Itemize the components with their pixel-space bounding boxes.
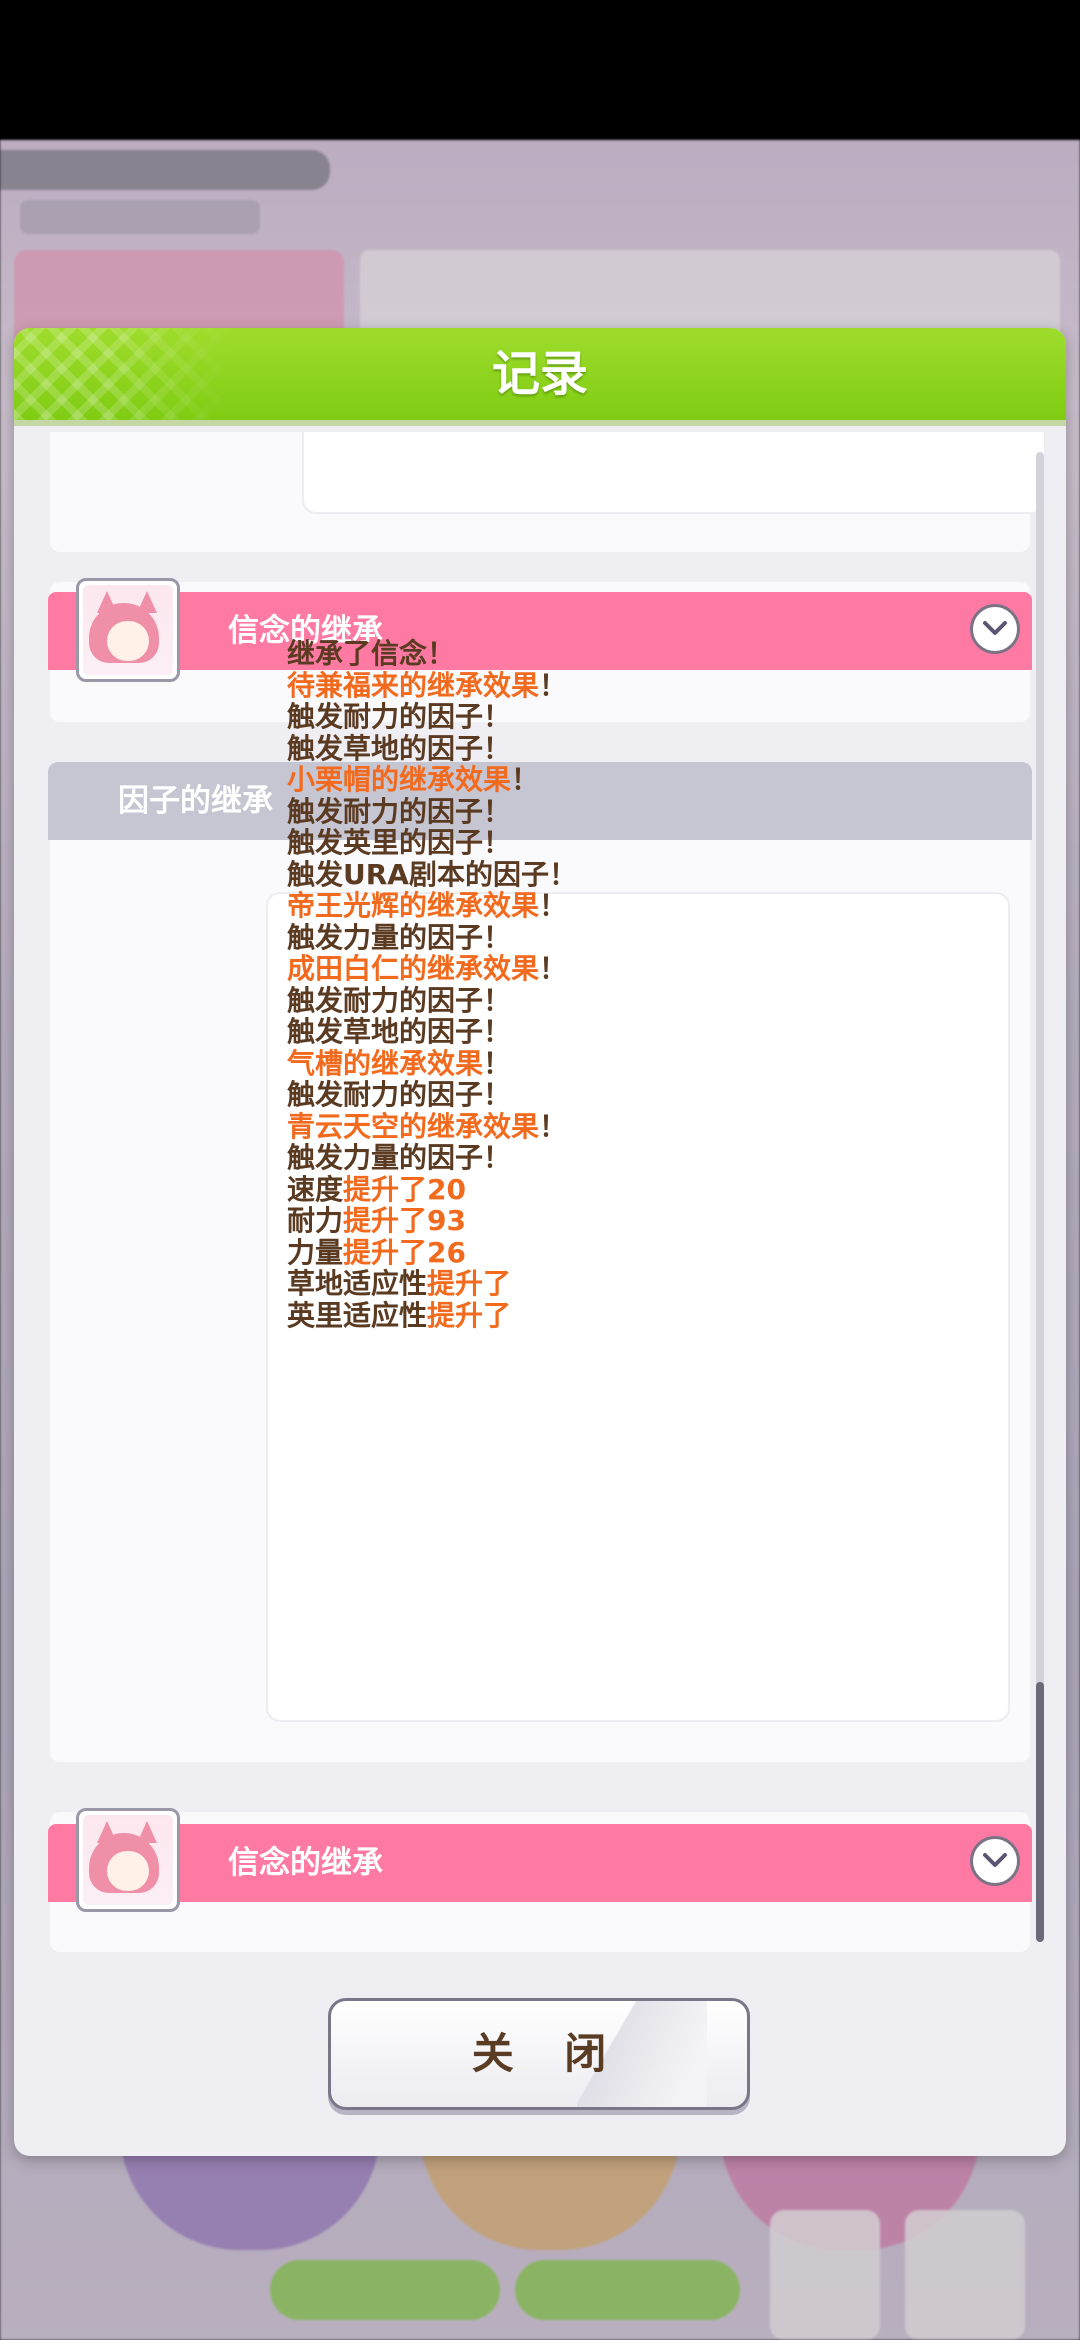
log-line: 触发力量的因子！ — [287, 920, 577, 954]
log-line: 触发草地的因子！ — [287, 731, 577, 765]
log-highlight-text: 成田白仁的继承效果 — [287, 952, 540, 985]
log-text: 触发草地的因子！ — [287, 1015, 512, 1048]
chevron-down-icon[interactable] — [970, 1836, 1020, 1886]
log-text: 触发URA剧本的因子！ — [287, 857, 577, 891]
character-portrait-icon — [76, 578, 180, 682]
log-line: 小栗帽的继承效果！ — [287, 764, 577, 796]
log-highlight-text: 小栗帽的继承效果 — [287, 763, 512, 796]
log-highlight-text: 待兼福来的继承效果 — [287, 668, 540, 702]
log-text: 触发力量的因子！ — [287, 1141, 512, 1174]
log-highlight-text: 提升了93 — [343, 1204, 466, 1237]
log-line: 待兼福来的继承效果！ — [287, 668, 577, 702]
log-highlight-text: 青云天空的继承效果 — [287, 1109, 540, 1143]
log-line: 触发耐力的因子！ — [287, 1079, 577, 1111]
log-line: 英里适应性提升了 — [287, 1298, 577, 1332]
log-line: 耐力提升了93 — [287, 1205, 577, 1237]
status-bar — [0, 0, 1080, 140]
log-line: 成田白仁的继承效果！ — [287, 953, 577, 985]
log-text: 力量 — [287, 1235, 344, 1269]
log-line: 触发URA剧本的因子！ — [287, 857, 577, 891]
log-text: ！ — [539, 889, 568, 922]
log-text: ！ — [539, 668, 568, 702]
character-portrait-icon — [76, 1808, 180, 1912]
log-highlight-text: 气槽的继承效果 — [287, 1046, 484, 1080]
factor-log: 继承了信念！ 待兼福来的继承效果！ 触发耐力的因子！ 触发草地的因子！ 小栗帽的继承效果… — [287, 638, 577, 1331]
log-line: 触发草地的因子！ — [287, 1016, 577, 1048]
log-text: 触发英里的因子！ — [287, 826, 512, 859]
log-highlight-text: 提升了20 — [343, 1172, 466, 1206]
log-line: 触发耐力的因子！ — [287, 983, 577, 1017]
log-line: 触发耐力的因子！ — [287, 701, 577, 733]
close-button-label: 关 闭 — [471, 2029, 625, 2078]
log-line: 触发英里的因子！ — [287, 827, 577, 859]
chevron-down-icon[interactable] — [970, 604, 1020, 654]
log-text: 触发力量的因子！ — [287, 920, 512, 954]
log-line: 帝王光辉的继承效果！ — [287, 890, 577, 922]
log-line: 触发耐力的因子！ — [287, 794, 577, 828]
scrollbar-thumb[interactable] — [1036, 1682, 1044, 1942]
log-text: ！ — [539, 1109, 568, 1143]
log-text: ！ — [511, 763, 540, 796]
log-line: 触发力量的因子！ — [287, 1142, 577, 1174]
log-line: 青云天空的继承效果！ — [287, 1109, 577, 1143]
log-line: 继承了信念！ — [287, 638, 577, 670]
log-text: 速度 — [287, 1172, 344, 1206]
log-text: 继承了信念！ — [287, 637, 456, 670]
log-highlight-text: 提升了 — [427, 1298, 512, 1332]
log-text: 英里适应性 — [287, 1298, 428, 1332]
log-line: 速度提升了20 — [287, 1172, 577, 1206]
log-text: 触发耐力的因子！ — [287, 794, 512, 828]
close-button[interactable]: 关 闭 — [328, 1998, 750, 2110]
log-text: 触发耐力的因子！ — [287, 983, 512, 1017]
log-highlight-text: 提升了 — [427, 1267, 512, 1300]
belief-header[interactable]: 信念的继承 — [48, 1824, 1032, 1902]
log-text: 触发耐力的因子！ — [287, 1078, 512, 1111]
log-line: 气槽的继承效果！ — [287, 1046, 577, 1080]
dialog-header: 记录 — [14, 328, 1066, 426]
previous-section — [50, 432, 1046, 552]
previous-textbox — [302, 432, 1046, 514]
log-text: 触发草地的因子！ — [287, 731, 512, 765]
log-text: ！ — [483, 1046, 512, 1080]
log-highlight-text: 提升了26 — [343, 1235, 466, 1269]
dialog-title: 记录 — [491, 346, 588, 402]
log-text: ！ — [539, 952, 568, 985]
factor-header-label: 因子的继承 — [118, 783, 273, 819]
log-highlight-text: 帝王光辉的继承效果 — [287, 889, 540, 922]
log-text: 耐力 — [287, 1204, 344, 1237]
log-line: 力量提升了26 — [287, 1235, 577, 1269]
log-line: 草地适应性提升了 — [287, 1268, 577, 1300]
belief-header-label: 信念的继承 — [228, 1845, 383, 1881]
log-text: 触发耐力的因子！ — [287, 700, 512, 733]
log-text: 草地适应性 — [287, 1267, 428, 1300]
